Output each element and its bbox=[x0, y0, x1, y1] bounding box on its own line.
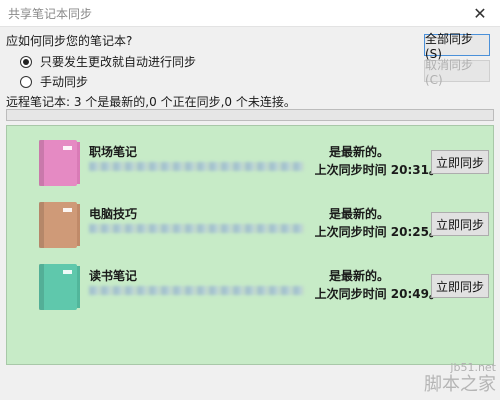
notebook-list: 职场笔记 是最新的。 上次同步时间 20:31。 立即同步 电脑技巧 是最新的。… bbox=[6, 125, 494, 365]
watermark: jb51.net 脚本之家 bbox=[424, 361, 496, 396]
notebook-url bbox=[89, 224, 304, 233]
notebook-last-sync: 上次同步时间 20:31。 bbox=[315, 161, 441, 178]
option-auto-sync-label: 只要发生更改就自动进行同步 bbox=[40, 55, 197, 69]
sync-question: 应如何同步您的笔记本? bbox=[6, 34, 133, 48]
radio-checked-icon[interactable] bbox=[20, 55, 32, 68]
remote-status-line: 远程笔记本: 3 个是最新的,0 个正在同步,0 个未连接。 bbox=[6, 95, 296, 109]
notebook-icon bbox=[39, 140, 80, 186]
notebook-icon bbox=[39, 202, 80, 248]
sync-now-button[interactable]: 立即同步 bbox=[431, 212, 489, 236]
cancel-sync-button[interactable]: 取消同步(C) bbox=[424, 58, 490, 87]
sync-now-button[interactable]: 立即同步 bbox=[431, 150, 489, 174]
close-icon: ✕ bbox=[473, 3, 487, 23]
sync-all-button[interactable]: 全部同步(S) bbox=[424, 32, 490, 61]
notebook-status: 是最新的。 bbox=[328, 145, 389, 159]
sync-progress-bar bbox=[6, 109, 494, 121]
option-manual-sync-label: 手动同步 bbox=[40, 75, 89, 89]
list-item: 读书笔记 是最新的。 上次同步时间 20:49。 立即同步 bbox=[7, 254, 493, 322]
option-auto-sync[interactable]: 只要发生更改就自动进行同步 bbox=[20, 53, 196, 70]
notebook-status: 是最新的。 bbox=[328, 269, 389, 283]
notebook-url bbox=[89, 162, 304, 171]
radio-unchecked-icon[interactable] bbox=[20, 75, 32, 88]
watermark-brand: 脚本之家 bbox=[424, 374, 496, 396]
notebook-url bbox=[89, 286, 304, 295]
sync-now-button[interactable]: 立即同步 bbox=[431, 274, 489, 298]
notebook-name: 读书笔记 bbox=[89, 269, 138, 283]
notebook-name: 职场笔记 bbox=[89, 145, 138, 159]
last-sync-label: 上次同步时间 bbox=[314, 225, 387, 239]
notebook-name: 电脑技巧 bbox=[89, 207, 138, 221]
watermark-site: jb51.net bbox=[450, 361, 496, 375]
title-bar[interactable]: 共享笔记本同步 ✕ bbox=[0, 0, 500, 27]
option-manual-sync[interactable]: 手动同步 bbox=[20, 73, 88, 90]
list-item: 电脑技巧 是最新的。 上次同步时间 20:25。 立即同步 bbox=[7, 192, 493, 260]
sync-dialog: 共享笔记本同步 ✕ 应如何同步您的笔记本? 只要发生更改就自动进行同步 手动同步… bbox=[0, 0, 500, 400]
notebook-status: 是最新的。 bbox=[328, 207, 389, 221]
notebook-last-sync: 上次同步时间 20:49。 bbox=[315, 285, 441, 302]
close-button[interactable]: ✕ bbox=[460, 0, 500, 26]
notebook-last-sync: 上次同步时间 20:25。 bbox=[315, 223, 441, 240]
window-title: 共享笔记本同步 bbox=[8, 7, 93, 21]
last-sync-label: 上次同步时间 bbox=[314, 163, 387, 177]
last-sync-label: 上次同步时间 bbox=[314, 287, 387, 301]
notebook-icon bbox=[39, 264, 80, 310]
list-item: 职场笔记 是最新的。 上次同步时间 20:31。 立即同步 bbox=[7, 130, 493, 198]
